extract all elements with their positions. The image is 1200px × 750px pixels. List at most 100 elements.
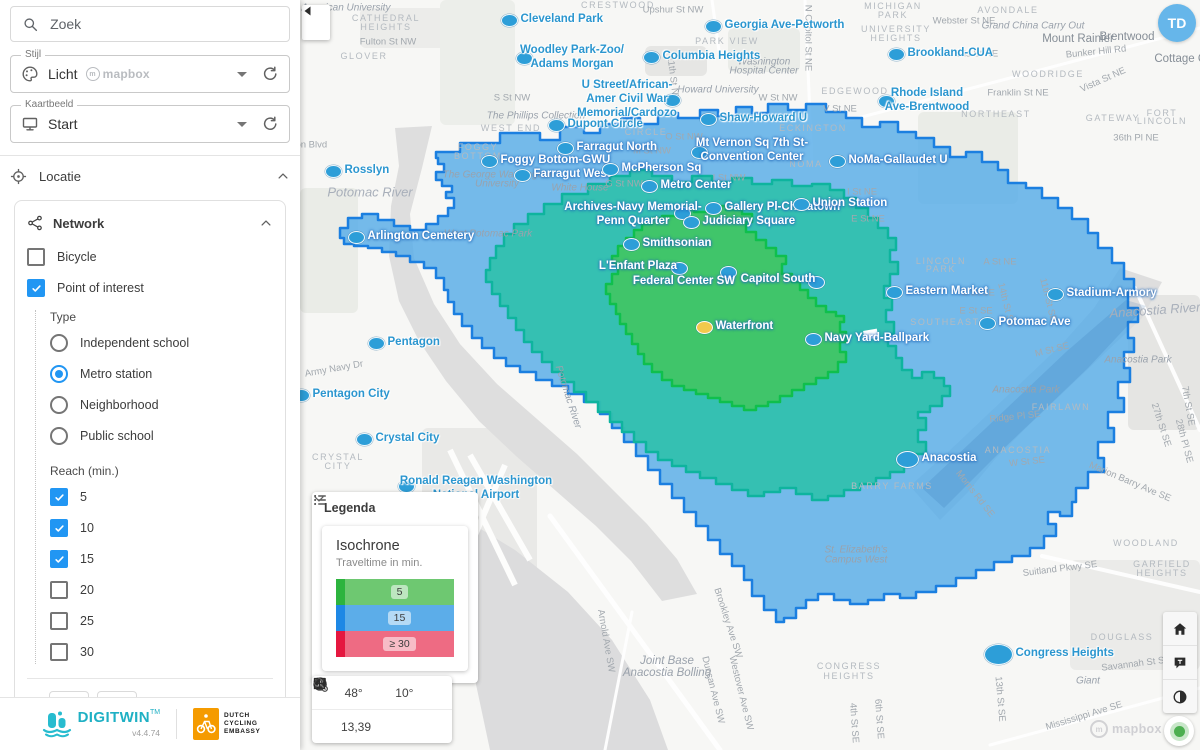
chevron-down-icon[interactable] — [312, 492, 326, 506]
legend-value: ≥ 30 — [383, 637, 415, 651]
legend-row-5: 5 — [336, 579, 454, 605]
radio-unselected-icon[interactable] — [50, 334, 68, 352]
type-option-label: Independent school — [80, 336, 189, 350]
network-panel-header[interactable]: Network — [27, 211, 273, 235]
legend-value: 15 — [388, 611, 412, 625]
zoom-out-button[interactable] — [408, 716, 423, 738]
checkbox-blank-icon[interactable] — [27, 248, 45, 266]
basemap-field-value: Start — [48, 116, 78, 132]
network-panel-title: Network — [53, 216, 249, 231]
digitwin-wordmark: DIGITWIN — [78, 709, 150, 726]
checkbox-blank-icon[interactable] — [50, 612, 68, 630]
mapbox-attribution: m mapbox — [1090, 720, 1162, 738]
map-area — [300, 188, 358, 313]
right-toolbar — [1163, 612, 1197, 713]
sidebar: Stijl Licht mmapbox Kaartbeeld Start Loc… — [0, 0, 300, 750]
checkbox-row-bicycle[interactable]: Bicycle — [27, 245, 273, 269]
legend-value: 5 — [391, 585, 409, 599]
radio-row-neighborhood[interactable]: Neighborhood — [50, 393, 273, 417]
radio-unselected-icon[interactable] — [50, 427, 68, 445]
mapbox-logo-icon: m — [1090, 720, 1108, 738]
reach-group-label: Reach (min.) — [50, 464, 273, 478]
type-option-label: Public school — [80, 429, 154, 443]
map-area — [360, 8, 445, 48]
mapbox-logo-icon: m — [86, 67, 100, 81]
checkbox-checked-icon[interactable] — [50, 488, 68, 506]
radio-unselected-icon[interactable] — [50, 396, 68, 414]
pitch-value: 10° — [395, 686, 413, 700]
legend-title: Legenda — [324, 501, 466, 515]
legend-card: Isochrone Traveltime in min. 515≥ 30 — [322, 526, 468, 671]
radio-row-independent-school[interactable]: Independent school — [50, 331, 273, 355]
style-select[interactable]: Stijl Licht mmapbox — [10, 55, 290, 93]
radio-row-public-school[interactable]: Public school — [50, 424, 273, 448]
live-status-button[interactable] — [1164, 716, 1194, 746]
location-section-header[interactable]: Locatie — [0, 156, 300, 196]
checkbox-blank-icon[interactable] — [50, 581, 68, 599]
type-option-label: Metro station — [80, 367, 152, 381]
type-option-label: Neighborhood — [80, 398, 159, 412]
checkbox-row-15[interactable]: 15 — [50, 547, 273, 571]
checkbox-row-30[interactable]: 30 — [50, 640, 273, 664]
style-field-label: Stijl — [21, 49, 45, 60]
radio-selected-icon[interactable] — [50, 365, 68, 383]
dce-icon — [193, 708, 219, 740]
contrast-button[interactable] — [1163, 679, 1197, 713]
triangle-left-icon — [302, 5, 314, 17]
checkbox-checked-icon[interactable] — [27, 279, 45, 297]
collapse-sidebar-button[interactable] — [302, 5, 330, 40]
digitwin-icon — [40, 709, 74, 739]
bearing-value: 48° — [345, 686, 363, 700]
green-dot-icon — [1174, 726, 1185, 737]
reach-option-label: 15 — [80, 552, 94, 566]
mapbox-badge: mmapbox — [86, 67, 150, 81]
checkbox-row-point-of-interest[interactable]: Point of interest — [27, 276, 273, 300]
reset-style-icon[interactable] — [261, 65, 279, 83]
reach-option-label: 20 — [80, 583, 94, 597]
map-area — [728, 28, 800, 72]
chevron-down-icon[interactable] — [237, 122, 247, 127]
network-share-icon — [27, 215, 43, 231]
dutch-cycling-embassy-logo: DUTCHCYCLINGEMBASSY — [193, 708, 260, 740]
feedback-icon — [1172, 655, 1188, 671]
checkbox-row-10[interactable]: 10 — [50, 516, 273, 540]
zoom-in-button[interactable] — [381, 716, 396, 738]
zoom-value: 13,39 — [341, 720, 371, 734]
home-button[interactable] — [1163, 612, 1197, 645]
checkbox-checked-icon[interactable] — [50, 519, 68, 537]
checkbox-blank-icon[interactable] — [50, 643, 68, 661]
reset-basemap-icon[interactable] — [261, 115, 279, 133]
feedback-button[interactable] — [1163, 645, 1197, 679]
zoom-level-icon — [322, 716, 337, 738]
chevron-down-icon[interactable] — [237, 72, 247, 77]
network-option-label: Bicycle — [57, 250, 97, 264]
legend-subtitle: Traveltime in min. — [336, 557, 454, 569]
search-box[interactable] — [10, 6, 290, 42]
contrast-icon — [1172, 689, 1188, 705]
type-group-label: Type — [50, 310, 273, 324]
avatar[interactable]: TD — [1158, 4, 1196, 42]
checkbox-row-25[interactable]: 25 — [50, 609, 273, 633]
map-canvas[interactable]: American UniversityCATHEDRALHEIGHTSFulto… — [300, 0, 1200, 750]
checkbox-row-5[interactable]: 5 — [50, 485, 273, 509]
style-field-value: Licht — [48, 66, 78, 82]
rotate-icon[interactable] — [423, 682, 442, 704]
fullscreen-button[interactable] — [427, 716, 442, 738]
chevron-up-icon[interactable] — [259, 216, 273, 230]
chevron-up-icon[interactable] — [276, 169, 290, 183]
crosshair-icon — [10, 168, 27, 185]
reach-option-label: 25 — [80, 614, 94, 628]
checkbox-row-20[interactable]: 20 — [50, 578, 273, 602]
network-panel: Network Bicycle Point of interest Type In… — [14, 200, 286, 735]
app-version: v4.4.74 — [78, 728, 160, 738]
legend-header[interactable]: Legenda — [312, 492, 478, 524]
basemap-select[interactable]: Kaartbeeld Start — [10, 105, 290, 143]
compass-icon[interactable] — [373, 682, 392, 704]
location-section-label: Locatie — [39, 169, 264, 184]
radio-row-metro-station[interactable]: Metro station — [50, 362, 273, 386]
map-area — [645, 46, 707, 76]
search-icon — [23, 16, 38, 33]
search-input[interactable] — [48, 15, 277, 33]
checkbox-checked-icon[interactable] — [50, 550, 68, 568]
reach-option-label: 10 — [80, 521, 94, 535]
